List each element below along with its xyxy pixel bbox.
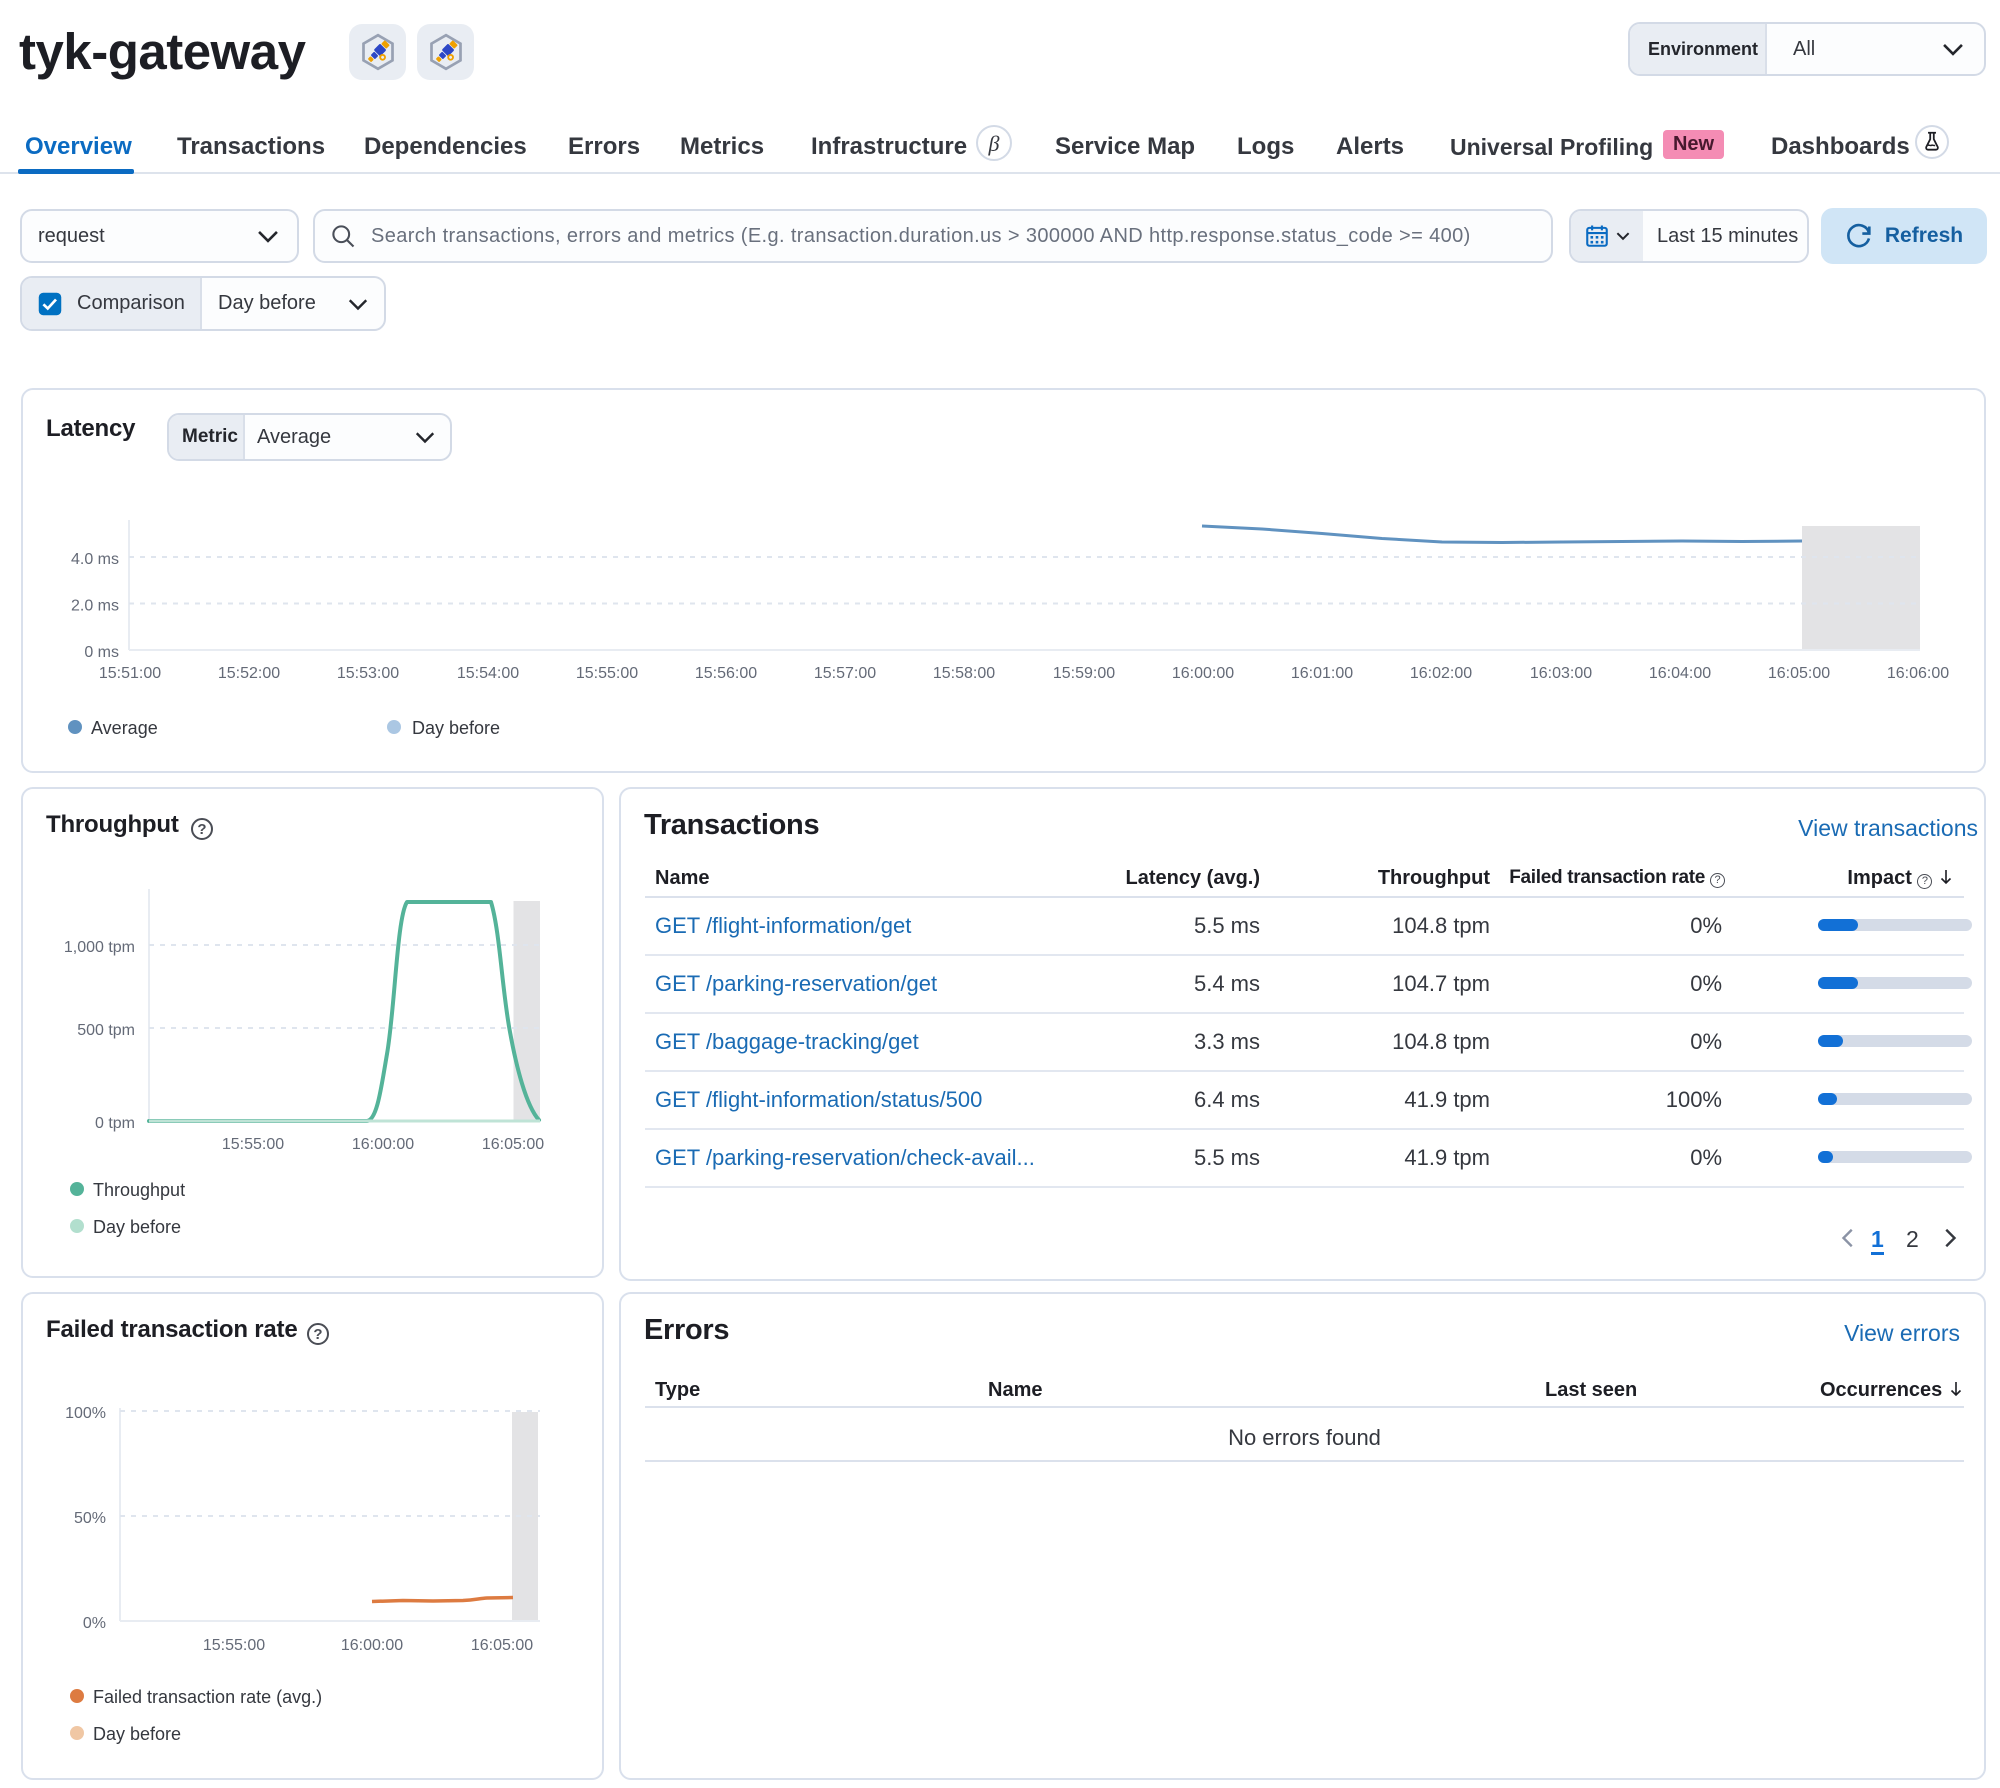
svg-text:500 tpm: 500 tpm	[77, 1022, 135, 1039]
svg-text:Throughput: Throughput	[93, 1180, 185, 1200]
svg-text:0 tpm: 0 tpm	[95, 1115, 135, 1132]
svg-text:Failed transaction rate (avg.): Failed transaction rate (avg.)	[93, 1687, 322, 1707]
svg-text:15:55:00: 15:55:00	[203, 1637, 265, 1654]
svg-text:15:55:00: 15:55:00	[222, 1136, 284, 1153]
svg-text:15:58:00: 15:58:00	[933, 665, 995, 682]
svg-text:16:03:00: 16:03:00	[1530, 665, 1592, 682]
svg-text:16:01:00: 16:01:00	[1291, 665, 1353, 682]
svg-text:15:53:00: 15:53:00	[337, 665, 399, 682]
svg-text:15:52:00: 15:52:00	[218, 665, 280, 682]
svg-text:16:05:00: 16:05:00	[1768, 665, 1830, 682]
svg-text:16:00:00: 16:00:00	[1172, 665, 1234, 682]
svg-text:1,000 tpm: 1,000 tpm	[64, 939, 135, 956]
svg-text:Average: Average	[91, 718, 158, 738]
svg-text:15:51:00: 15:51:00	[99, 665, 161, 682]
svg-text:4.0 ms: 4.0 ms	[71, 551, 119, 568]
svg-text:15:56:00: 15:56:00	[695, 665, 757, 682]
svg-text:2.0 ms: 2.0 ms	[71, 598, 119, 615]
svg-text:15:57:00: 15:57:00	[814, 665, 876, 682]
svg-text:50%: 50%	[74, 1510, 106, 1527]
svg-text:16:05:00: 16:05:00	[471, 1637, 533, 1654]
svg-text:0 ms: 0 ms	[84, 644, 119, 661]
svg-text:16:02:00: 16:02:00	[1410, 665, 1472, 682]
svg-text:0%: 0%	[83, 1615, 106, 1632]
svg-text:Day before: Day before	[412, 718, 500, 738]
svg-text:16:04:00: 16:04:00	[1649, 665, 1711, 682]
svg-text:16:05:00: 16:05:00	[482, 1136, 544, 1153]
svg-text:16:06:00: 16:06:00	[1887, 665, 1949, 682]
svg-text:15:54:00: 15:54:00	[457, 665, 519, 682]
svg-text:15:59:00: 15:59:00	[1053, 665, 1115, 682]
svg-text:100%: 100%	[65, 1405, 106, 1422]
svg-text:16:00:00: 16:00:00	[352, 1136, 414, 1153]
svg-text:Day before: Day before	[93, 1724, 181, 1744]
svg-text:15:55:00: 15:55:00	[576, 665, 638, 682]
svg-text:16:00:00: 16:00:00	[341, 1637, 403, 1654]
svg-text:Day before: Day before	[93, 1217, 181, 1237]
